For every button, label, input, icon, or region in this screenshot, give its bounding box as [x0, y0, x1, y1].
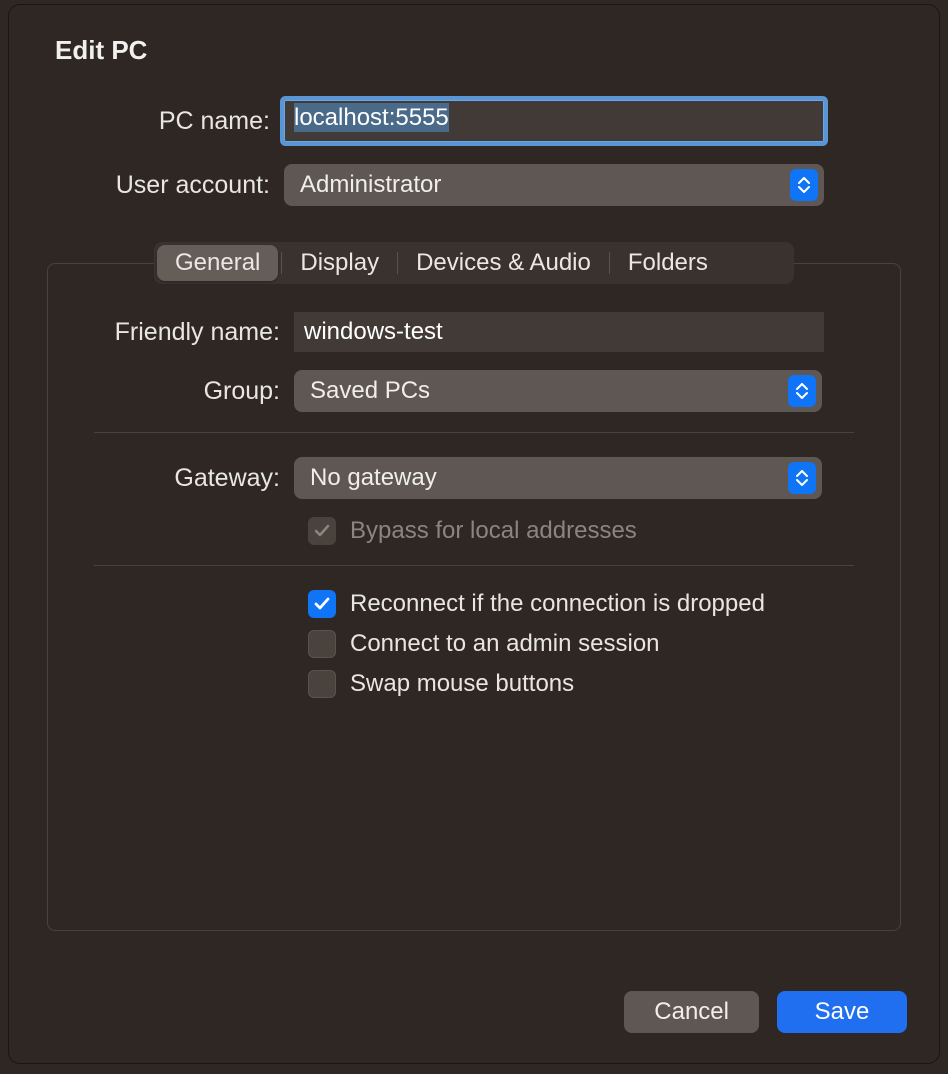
tab-folders[interactable]: Folders: [610, 245, 726, 281]
bypass-label: Bypass for local addresses: [350, 517, 637, 545]
divider: [94, 432, 854, 433]
top-form: PC name: localhost:5555 User account: Ad…: [9, 100, 939, 206]
general-panel: Friendly name: Group: Saved PCs Gateway:…: [47, 263, 901, 931]
tab-display[interactable]: Display: [282, 245, 397, 281]
reconnect-checkbox[interactable]: [308, 590, 336, 618]
admin-session-label: Connect to an admin session: [350, 630, 660, 658]
group-select[interactable]: Saved PCs: [294, 370, 822, 412]
divider: [94, 565, 854, 566]
swap-mouse-checkbox[interactable]: [308, 670, 336, 698]
friendly-name-input[interactable]: [294, 312, 824, 352]
pc-name-value: localhost:5555: [294, 103, 449, 132]
dialog-title: Edit PC: [9, 5, 939, 66]
group-value: Saved PCs: [310, 377, 788, 405]
reconnect-label: Reconnect if the connection is dropped: [350, 590, 765, 618]
updown-stepper-icon: [788, 462, 816, 494]
updown-stepper-icon: [790, 169, 818, 201]
dialog-footer: Cancel Save: [624, 991, 907, 1033]
pc-name-input[interactable]: localhost:5555: [284, 100, 824, 142]
bypass-checkbox-row: Bypass for local addresses: [308, 517, 900, 545]
pc-name-label: PC name:: [9, 107, 284, 136]
bypass-checkbox: [308, 517, 336, 545]
user-account-select[interactable]: Administrator: [284, 164, 824, 206]
swap-mouse-label: Swap mouse buttons: [350, 670, 574, 698]
gateway-select[interactable]: No gateway: [294, 457, 822, 499]
tab-devices-audio[interactable]: Devices & Audio: [398, 245, 609, 281]
updown-stepper-icon: [788, 375, 816, 407]
save-button[interactable]: Save: [777, 991, 907, 1033]
user-account-label: User account:: [9, 171, 284, 200]
friendly-name-label: Friendly name:: [48, 318, 294, 347]
gateway-label: Gateway:: [48, 464, 294, 493]
gateway-value: No gateway: [310, 464, 788, 492]
user-account-value: Administrator: [300, 171, 790, 199]
admin-session-checkbox[interactable]: [308, 630, 336, 658]
cancel-button[interactable]: Cancel: [624, 991, 759, 1033]
edit-pc-dialog: Edit PC PC name: localhost:5555 User acc…: [8, 4, 940, 1064]
tab-general[interactable]: General: [157, 245, 278, 281]
tabs: General Display Devices & Audio Folders: [154, 242, 794, 284]
group-label: Group:: [48, 377, 294, 406]
